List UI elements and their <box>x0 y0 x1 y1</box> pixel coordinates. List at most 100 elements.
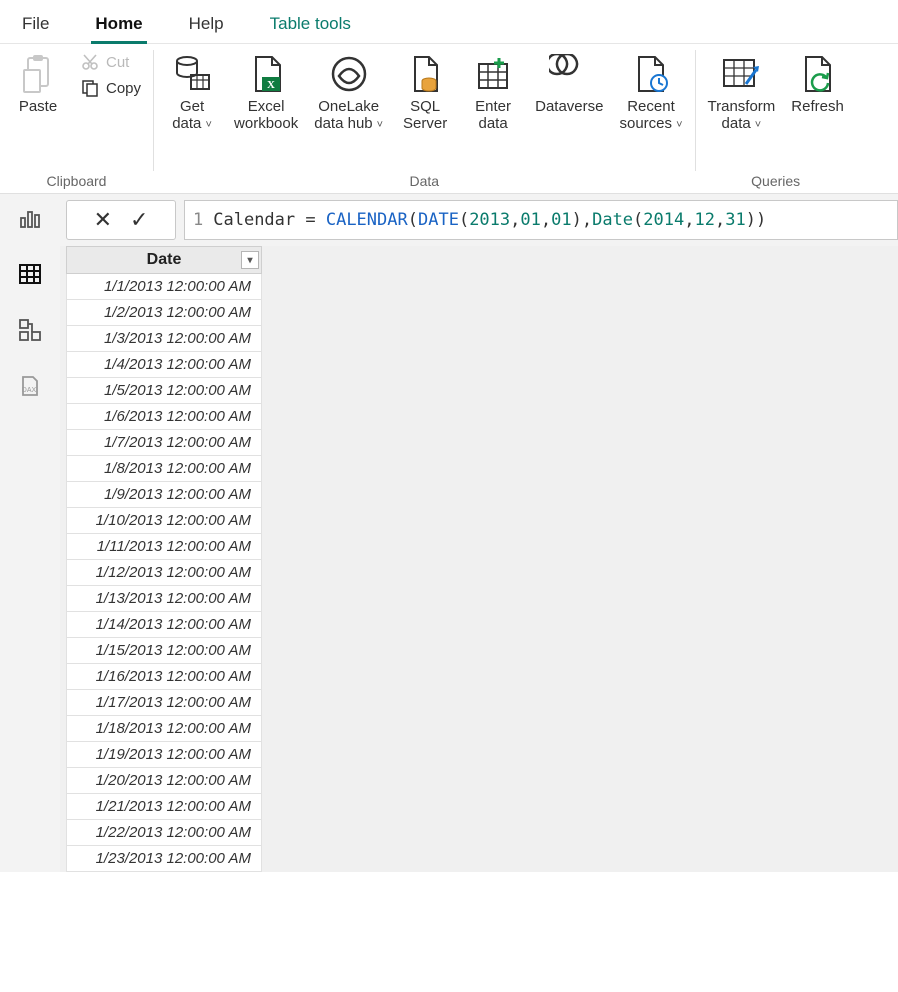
report-view-button[interactable] <box>16 204 44 232</box>
cell-date[interactable]: 1/9/2013 12:00:00 AM <box>67 482 262 508</box>
cell-date[interactable]: 1/23/2013 12:00:00 AM <box>67 846 262 872</box>
refresh-button[interactable]: Refresh <box>787 48 848 115</box>
cell-date[interactable]: 1/12/2013 12:00:00 AM <box>67 560 262 586</box>
transform-icon <box>719 52 763 96</box>
ribbon: Paste Cut Copy Clipboard <box>0 44 898 194</box>
table-row[interactable]: 1/1/2013 12:00:00 AM <box>67 274 262 300</box>
column-header-date[interactable]: Date ▾ <box>67 247 262 274</box>
svg-text:X: X <box>267 79 275 91</box>
model-view-button[interactable] <box>16 316 44 344</box>
sql-label: SQL Server <box>403 98 447 133</box>
refresh-icon <box>796 52 840 96</box>
cell-date[interactable]: 1/6/2013 12:00:00 AM <box>67 404 262 430</box>
data-table: Date ▾ 1/1/2013 12:00:00 AM1/2/2013 12:0… <box>66 246 262 872</box>
table-row[interactable]: 1/2/2013 12:00:00 AM <box>67 300 262 326</box>
tab-file[interactable]: File <box>20 6 51 43</box>
cell-date[interactable]: 1/14/2013 12:00:00 AM <box>67 612 262 638</box>
table-row[interactable]: 1/20/2013 12:00:00 AM <box>67 768 262 794</box>
sql-server-button[interactable]: SQL Server <box>395 48 455 133</box>
enter-data-icon <box>471 52 515 96</box>
svg-text:DAX: DAX <box>22 387 37 394</box>
recent-icon <box>629 52 673 96</box>
table-row[interactable]: 1/5/2013 12:00:00 AM <box>67 378 262 404</box>
data-view-button[interactable] <box>16 260 44 288</box>
table-row[interactable]: 1/14/2013 12:00:00 AM <box>67 612 262 638</box>
dataverse-button[interactable]: Dataverse <box>531 48 607 115</box>
get-data-label: Get data <box>172 98 204 132</box>
formula-actions: ✕ ✓ <box>66 200 176 240</box>
paste-button: Paste <box>8 48 68 115</box>
recent-sources-button[interactable]: Recent sources ˅ <box>615 48 686 133</box>
excel-workbook-button[interactable]: X Excel workbook <box>230 48 302 133</box>
group-queries: Transform data ˅ Refresh Queries <box>696 44 856 193</box>
tab-tabletools[interactable]: Table tools <box>268 6 353 43</box>
table-row[interactable]: 1/21/2013 12:00:00 AM <box>67 794 262 820</box>
cell-date[interactable]: 1/1/2013 12:00:00 AM <box>67 274 262 300</box>
excel-label: Excel workbook <box>234 98 298 133</box>
cell-date[interactable]: 1/5/2013 12:00:00 AM <box>67 378 262 404</box>
table-row[interactable]: 1/3/2013 12:00:00 AM <box>67 326 262 352</box>
cell-date[interactable]: 1/18/2013 12:00:00 AM <box>67 716 262 742</box>
cell-date[interactable]: 1/20/2013 12:00:00 AM <box>67 768 262 794</box>
view-rail: DAX <box>0 194 60 872</box>
transform-data-button[interactable]: Transform data ˅ <box>704 48 780 133</box>
cell-date[interactable]: 1/13/2013 12:00:00 AM <box>67 586 262 612</box>
cell-date[interactable]: 1/19/2013 12:00:00 AM <box>67 742 262 768</box>
table-row[interactable]: 1/15/2013 12:00:00 AM <box>67 638 262 664</box>
cell-date[interactable]: 1/3/2013 12:00:00 AM <box>67 326 262 352</box>
table-row[interactable]: 1/19/2013 12:00:00 AM <box>67 742 262 768</box>
excel-icon: X <box>244 52 288 96</box>
cell-date[interactable]: 1/21/2013 12:00:00 AM <box>67 794 262 820</box>
transform-label: Transform data <box>708 98 776 132</box>
cell-date[interactable]: 1/15/2013 12:00:00 AM <box>67 638 262 664</box>
copy-button[interactable]: Copy <box>76 76 145 100</box>
cell-date[interactable]: 1/2/2013 12:00:00 AM <box>67 300 262 326</box>
onelake-button[interactable]: OneLake data hub ˅ <box>310 48 387 133</box>
dataverse-icon <box>547 52 591 96</box>
table-row[interactable]: 1/12/2013 12:00:00 AM <box>67 560 262 586</box>
column-filter-button[interactable]: ▾ <box>241 251 259 269</box>
table-row[interactable]: 1/22/2013 12:00:00 AM <box>67 820 262 846</box>
formula-bar: ✕ ✓ 1Calendar = CALENDAR(DATE(2013,01,01… <box>60 194 898 246</box>
table-row[interactable]: 1/23/2013 12:00:00 AM <box>67 846 262 872</box>
table-row[interactable]: 1/11/2013 12:00:00 AM <box>67 534 262 560</box>
cell-date[interactable]: 1/7/2013 12:00:00 AM <box>67 430 262 456</box>
table-row[interactable]: 1/9/2013 12:00:00 AM <box>67 482 262 508</box>
table-row[interactable]: 1/18/2013 12:00:00 AM <box>67 716 262 742</box>
table-row[interactable]: 1/17/2013 12:00:00 AM <box>67 690 262 716</box>
cell-date[interactable]: 1/4/2013 12:00:00 AM <box>67 352 262 378</box>
onelake-label: OneLake data hub <box>314 98 379 132</box>
recent-label: Recent sources <box>619 98 674 132</box>
cell-date[interactable]: 1/22/2013 12:00:00 AM <box>67 820 262 846</box>
table-row[interactable]: 1/16/2013 12:00:00 AM <box>67 664 262 690</box>
get-data-button[interactable]: Get data ˅ <box>162 48 222 133</box>
cell-date[interactable]: 1/8/2013 12:00:00 AM <box>67 456 262 482</box>
cell-date[interactable]: 1/16/2013 12:00:00 AM <box>67 664 262 690</box>
copy-label: Copy <box>106 80 141 97</box>
chevron-down-icon: ˅ <box>374 119 383 131</box>
commit-formula-button[interactable]: ✓ <box>130 207 148 233</box>
onelake-icon <box>327 52 371 96</box>
table-row[interactable]: 1/13/2013 12:00:00 AM <box>67 586 262 612</box>
formula-input[interactable]: 1Calendar = CALENDAR(DATE(2013,01,01),Da… <box>184 200 898 240</box>
scissors-icon <box>80 52 100 72</box>
cell-date[interactable]: 1/11/2013 12:00:00 AM <box>67 534 262 560</box>
cell-date[interactable]: 1/17/2013 12:00:00 AM <box>67 690 262 716</box>
column-header-label: Date <box>147 251 182 268</box>
tab-home[interactable]: Home <box>93 6 144 43</box>
table-row[interactable]: 1/7/2013 12:00:00 AM <box>67 430 262 456</box>
chevron-down-icon: ˅ <box>752 119 761 131</box>
tab-help[interactable]: Help <box>187 6 226 43</box>
table-row[interactable]: 1/8/2013 12:00:00 AM <box>67 456 262 482</box>
group-label-clipboard: Clipboard <box>8 171 145 191</box>
dax-view-button[interactable]: DAX <box>16 372 44 400</box>
table-row[interactable]: 1/10/2013 12:00:00 AM <box>67 508 262 534</box>
cell-date[interactable]: 1/10/2013 12:00:00 AM <box>67 508 262 534</box>
clipboard-icon <box>16 52 60 96</box>
table-row[interactable]: 1/6/2013 12:00:00 AM <box>67 404 262 430</box>
cancel-formula-button[interactable]: ✕ <box>94 207 112 233</box>
cut-label: Cut <box>106 54 129 71</box>
table-row[interactable]: 1/4/2013 12:00:00 AM <box>67 352 262 378</box>
sql-icon <box>403 52 447 96</box>
enter-data-button[interactable]: Enter data <box>463 48 523 133</box>
